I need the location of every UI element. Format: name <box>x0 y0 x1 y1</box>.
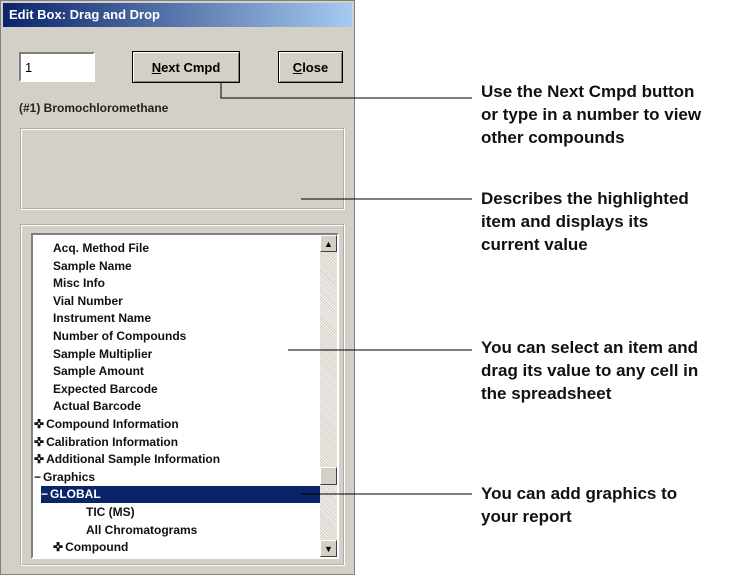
callout-line-next-cmpd <box>220 83 472 99</box>
callout-select-item: You can select an item and drag its value… <box>481 338 699 403</box>
callout-description: Describes the highlighted item and displa… <box>481 189 689 254</box>
callout-graphics: You can add graphics to your report <box>481 484 678 526</box>
callout-next-cmpd: Use the Next Cmpd button or type in a num… <box>481 82 702 147</box>
